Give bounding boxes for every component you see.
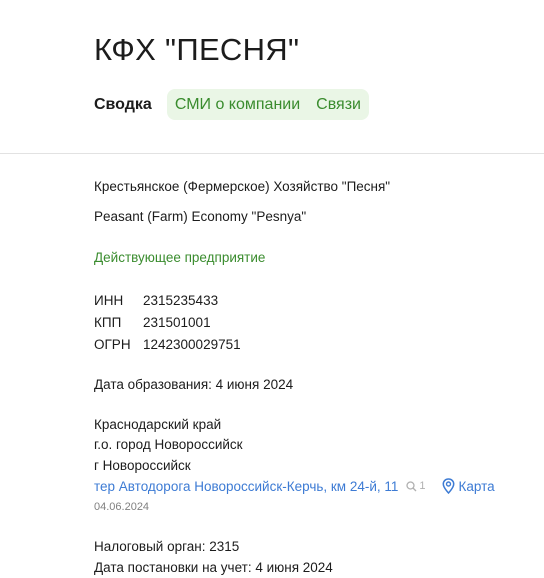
tab-links[interactable]: Связи xyxy=(316,96,361,114)
tab-media[interactable]: СМИ о компании xyxy=(175,96,300,114)
inn-value: 2315235433 xyxy=(143,293,219,308)
full-name-en: Peasant (Farm) Economy "Pesnya" xyxy=(94,209,307,224)
address-district: г.о. город Новороссийск xyxy=(94,437,243,452)
kpp-row: КПП 231501001 xyxy=(94,312,241,334)
same-address-count[interactable]: 1 xyxy=(406,480,426,492)
magnifier-icon xyxy=(406,480,417,491)
ogrn-row: ОГРН 1242300029751 xyxy=(94,334,241,356)
inn-row: ИНН 2315235433 xyxy=(94,290,241,312)
address-city: г Новороссийск xyxy=(94,458,191,473)
ogrn-label: ОГРН xyxy=(94,337,131,352)
address-street-link[interactable]: тер Автодорога Новороссийск-Керчь, км 24… xyxy=(94,479,398,494)
page-title: КФХ "ПЕСНЯ" xyxy=(94,32,300,67)
tab-summary[interactable]: Сводка xyxy=(94,96,152,114)
address-date: 04.06.2024 xyxy=(94,501,150,513)
map-pin-icon xyxy=(442,478,454,494)
full-name-ru: Крестьянское (Фермерское) Хозяйство "Пес… xyxy=(94,179,391,194)
tab-group: СМИ о компании Связи xyxy=(166,89,369,120)
kpp-value: 231501001 xyxy=(143,315,211,330)
founded-date: Дата образования: 4 июня 2024 xyxy=(94,377,294,392)
kpp-label: КПП xyxy=(94,315,122,330)
status-text: Действующее предприятие xyxy=(94,250,266,265)
map-link[interactable]: Карта xyxy=(442,478,495,494)
tax-registration-date: Дата постановки на учет: 4 июня 2024 xyxy=(94,560,333,575)
ogrn-value: 1242300029751 xyxy=(143,337,241,352)
tax-office: Налоговый орган: 2315 xyxy=(94,539,240,554)
company-ids: ИНН 2315235433 КПП 231501001 ОГРН 124230… xyxy=(94,290,241,356)
address-row: тер Автодорога Новороссийск-Керчь, км 24… xyxy=(94,478,495,494)
address-region: Краснодарский край xyxy=(94,417,222,432)
tab-bar: Сводка СМИ о компании Связи xyxy=(94,89,369,120)
map-label: Карта xyxy=(458,478,495,494)
inn-label: ИНН xyxy=(94,293,124,308)
divider xyxy=(0,153,544,154)
same-address-count-value: 1 xyxy=(419,480,426,492)
